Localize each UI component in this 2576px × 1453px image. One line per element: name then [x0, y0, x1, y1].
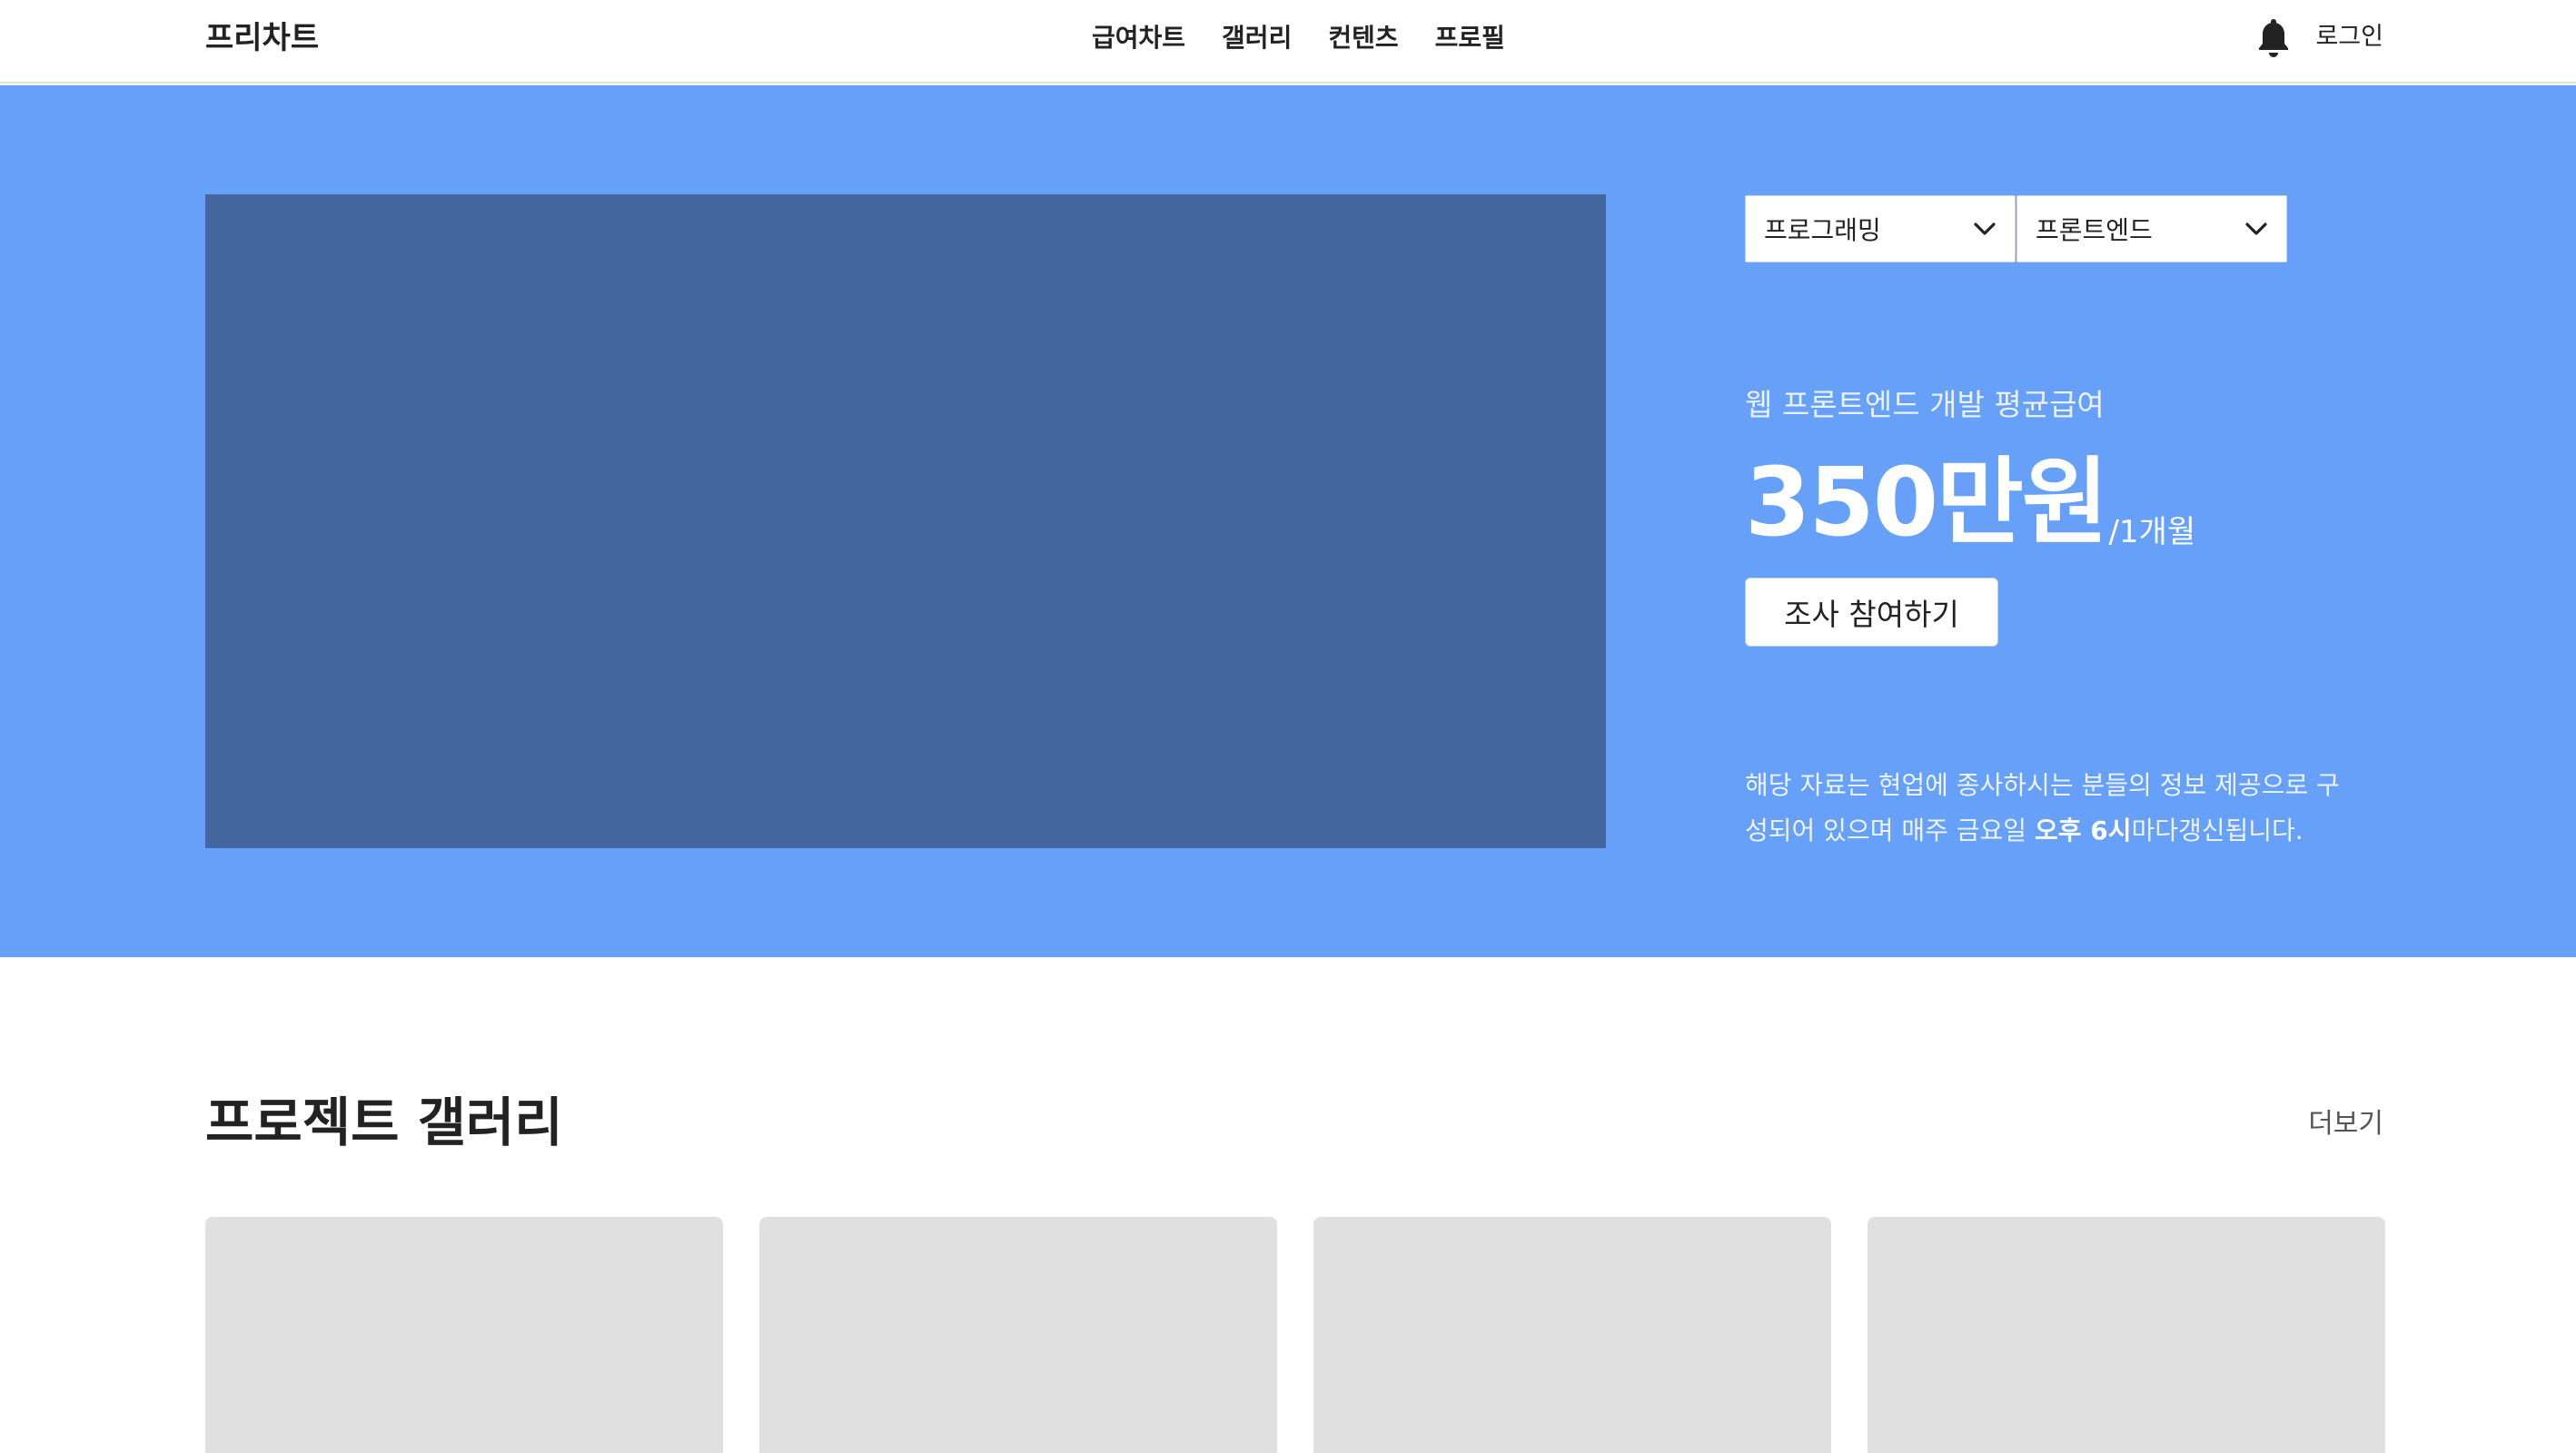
gallery-card-list: [205, 1217, 2385, 1453]
nav-item-contents[interactable]: 컨텐츠: [1328, 20, 1398, 56]
more-link[interactable]: 더보기: [2308, 1106, 2383, 1142]
gallery-card[interactable]: [759, 1217, 1277, 1453]
hero-media-placeholder: [205, 194, 1606, 848]
gallery-card[interactable]: [1868, 1217, 2385, 1453]
chevron-down-icon: [1974, 222, 1996, 235]
chevron-down-icon: [2245, 222, 2267, 235]
hero-section: 프로그래밍 프론트엔드 웹 프론트엔드 개발 평균급여 350만원 /1개월 조…: [0, 85, 2576, 957]
gallery-card[interactable]: [1313, 1217, 1831, 1453]
nav-item-profile[interactable]: 프로필: [1435, 20, 1505, 56]
gallery-card[interactable]: [205, 1217, 723, 1453]
update-notice: 해당 자료는 현업에 종사하시는 분들의 정보 제공으로 구성되어 있으며 매주…: [1745, 763, 2363, 854]
category-select-value: 프로그래밍: [1764, 215, 1881, 245]
login-button[interactable]: 로그인: [2315, 19, 2383, 55]
header-actions: 로그인: [2257, 16, 2383, 58]
top-navigation-bar: 프리차트 급여차트 갤러리 컨텐츠 프로필 로그인: [0, 0, 2576, 84]
salary-caption: 웹 프론트엔드 개발 평균급여: [1745, 387, 2105, 422]
bell-icon[interactable]: [2257, 16, 2290, 58]
gallery-title: 프로젝트 갤러리: [205, 1092, 563, 1153]
notice-text-end: 마다갱신됩니다.: [2131, 815, 2304, 845]
logo[interactable]: 프리차트: [205, 18, 319, 58]
salary-amount: 350만원: [1745, 447, 2108, 558]
nav-item-gallery[interactable]: 갤러리: [1222, 20, 1292, 56]
nav-item-salary-chart[interactable]: 급여차트: [1092, 20, 1185, 56]
survey-participate-button[interactable]: 조사 참여하기: [1745, 578, 1998, 647]
main-nav: 급여차트 갤러리 컨텐츠 프로필: [1092, 20, 1505, 56]
salary-display: 350만원 /1개월: [1745, 449, 2195, 556]
salary-unit: /1개월: [2108, 514, 2196, 550]
job-select-value: 프론트엔드: [2036, 215, 2153, 245]
job-select[interactable]: 프론트엔드: [2016, 195, 2287, 262]
notice-time: 오후 6시: [2034, 815, 2132, 845]
category-select[interactable]: 프로그래밍: [1745, 195, 2016, 262]
